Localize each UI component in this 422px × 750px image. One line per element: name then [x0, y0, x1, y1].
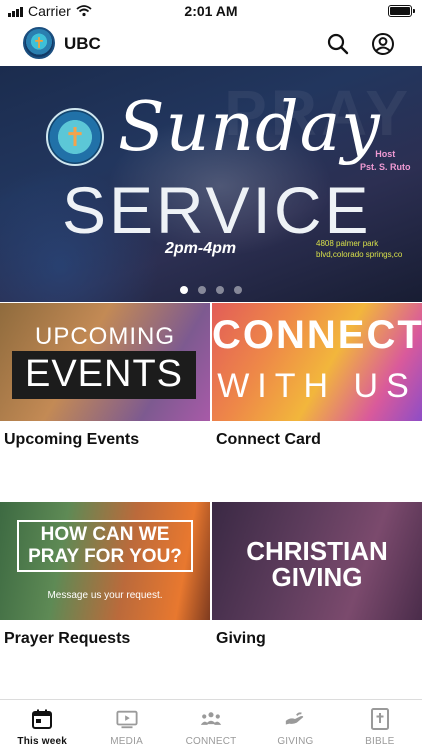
hero-big-title: SERVICE: [62, 173, 372, 247]
tile-label-upcoming-events[interactable]: Upcoming Events: [4, 431, 210, 449]
events-art-line2: EVENTS: [24, 353, 184, 395]
giving-image[interactable]: CHRISTIAN GIVING: [212, 502, 422, 620]
profile-button[interactable]: [369, 30, 397, 58]
connect-card-image[interactable]: CONNECT WITH US: [212, 303, 422, 421]
prayer-art-line1: HOW CAN WE PRAY FOR YOU?: [28, 524, 182, 567]
connect-art-line1: CONNECT: [212, 313, 422, 357]
calendar-icon: [31, 708, 53, 730]
prayer-art-line2: Message us your request.: [47, 590, 163, 601]
hero-host-name: Pst. S. Ruto: [360, 162, 411, 172]
tile-connect-card[interactable]: CONNECT WITH US Connect Card: [212, 303, 422, 449]
tab-bar: This week MEDIA CONNECT GIVING BIBLE: [0, 699, 422, 750]
carousel-dots: [0, 286, 422, 294]
hero-host: Host Pst. S. Ruto: [360, 148, 411, 174]
tile-label-connect-card[interactable]: Connect Card: [216, 431, 422, 449]
events-art-line1: UPCOMING: [35, 323, 175, 350]
church-logo-icon[interactable]: [23, 27, 55, 59]
tab-bible[interactable]: BIBLE: [338, 700, 422, 750]
search-button[interactable]: [324, 30, 352, 58]
tab-connect[interactable]: CONNECT: [169, 700, 253, 750]
status-bar: Carrier 2:01 AM: [0, 0, 422, 22]
video-play-icon: [116, 708, 138, 730]
tab-label: This week: [17, 736, 67, 747]
carousel-dot[interactable]: [180, 286, 188, 294]
status-time: 2:01 AM: [184, 3, 238, 19]
carousel-dot[interactable]: [216, 286, 224, 294]
upcoming-events-image[interactable]: UPCOMING EVENTS: [0, 303, 210, 421]
account-circle-icon: [372, 33, 394, 55]
app-header: UBC: [0, 22, 422, 66]
tab-label: GIVING: [277, 736, 314, 747]
hero-address-line2: blvd,colorado springs,co: [316, 250, 403, 259]
hero-address: 4808 palmer park blvd,colorado springs,c…: [316, 238, 402, 260]
giving-art-line1: CHRISTIAN GIVING: [246, 536, 388, 592]
church-seal-icon: [46, 108, 104, 166]
people-icon: [200, 708, 222, 730]
tab-this-week[interactable]: This week: [0, 700, 84, 750]
connect-art-line2: WITH US: [217, 367, 417, 405]
tab-label: BIBLE: [365, 736, 395, 747]
prayer-requests-image[interactable]: HOW CAN WE PRAY FOR YOU? Message us your…: [0, 502, 210, 620]
tile-prayer-requests[interactable]: HOW CAN WE PRAY FOR YOU? Message us your…: [0, 502, 210, 648]
battery-icon: [388, 5, 415, 17]
tab-label: MEDIA: [110, 736, 143, 747]
hero-address-line1: 4808 palmer park: [316, 239, 379, 248]
tab-giving[interactable]: GIVING: [253, 700, 337, 750]
search-icon: [327, 33, 349, 55]
carousel-dot[interactable]: [234, 286, 242, 294]
tile-label-giving[interactable]: Giving: [216, 630, 422, 648]
hero-time: 2pm-4pm: [165, 240, 237, 257]
tile-upcoming-events[interactable]: UPCOMING EVENTS Upcoming Events: [0, 303, 210, 449]
tile-label-prayer-requests[interactable]: Prayer Requests: [4, 630, 210, 648]
app-title: UBC: [64, 34, 101, 53]
tab-media[interactable]: MEDIA: [84, 700, 168, 750]
giving-hand-icon: [284, 708, 306, 730]
bible-icon: [369, 708, 391, 730]
tab-label: CONNECT: [185, 736, 237, 747]
tile-giving[interactable]: CHRISTIAN GIVING Giving: [212, 502, 422, 648]
hero-background-text: PRAY: [224, 77, 412, 149]
hero-carousel[interactable]: PRAY Sunday SERVICE 2pm-4pm Host Pst. S.…: [0, 66, 422, 302]
carousel-dot[interactable]: [198, 286, 206, 294]
